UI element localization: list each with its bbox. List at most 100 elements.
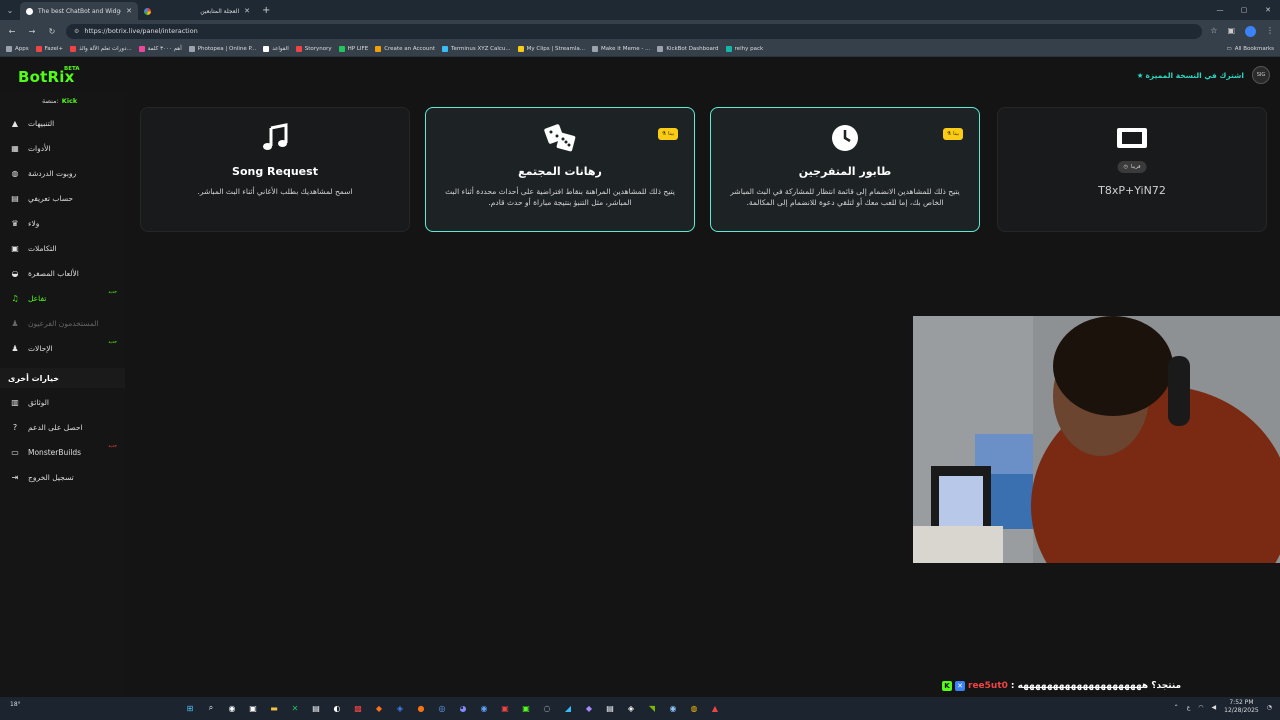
kick-app-icon[interactable]: ▣ [518, 700, 534, 716]
app-icon[interactable]: ◎ [434, 700, 450, 716]
gamepad-icon: ◒ [11, 268, 19, 278]
tab-search-icon[interactable]: ⌄ [0, 0, 20, 20]
forward-icon[interactable]: → [26, 27, 38, 36]
sidebar-item[interactable]: ▥ الوثائق [0, 392, 125, 412]
kick-badge-icon: K [942, 681, 952, 691]
app-icon[interactable]: ◉ [665, 700, 681, 716]
profile-icon[interactable] [1245, 25, 1256, 37]
sidebar-item[interactable]: ▣ التكاملات [0, 238, 125, 258]
tab-followers-wheel[interactable]: العجلة المتابعين ✕ [138, 2, 256, 20]
app-icon[interactable]: ◆ [581, 700, 597, 716]
terminal-icon[interactable]: ▤ [308, 700, 324, 716]
close-tab-icon[interactable]: ✕ [244, 7, 250, 15]
language-indicator[interactable]: ع [1187, 704, 1191, 711]
webcam-overlay [913, 316, 1280, 563]
app-icon[interactable]: ▩ [350, 700, 366, 716]
bookmark-star-icon[interactable]: ☆ [1210, 26, 1217, 37]
feature-card[interactable]: ⚗ بيتا طابور المتفرجين يتيح ذلك للمشاهدين ا… [710, 107, 980, 232]
reload-icon[interactable]: ↻ [46, 27, 58, 36]
sidebar-item[interactable]: ◍ روبوت الدردشة [0, 163, 125, 183]
app-icon[interactable]: ◈ [392, 700, 408, 716]
close-window-icon[interactable]: ✕ [1256, 0, 1280, 20]
sidebar-item[interactable]: ▭ MonsterBuilds جديد [0, 442, 125, 462]
bookmark-item[interactable]: KickBot Dashboard [657, 46, 719, 52]
premium-subscribe-link[interactable]: ★ اشترك في النسخة المميزة [1137, 71, 1244, 80]
notifications-icon[interactable]: ◔ [1267, 704, 1272, 711]
sidebar-item[interactable]: ▤ حساب تعريفي [0, 188, 125, 208]
sidebar-item[interactable]: ♫ تفاعل جديد [0, 288, 125, 308]
maximize-icon[interactable]: ▢ [1232, 0, 1256, 20]
browser-navbar: ← → ↻ ⚙ https://botrix.live/panel/intera… [0, 20, 1280, 42]
doc-icon: ▥ [11, 397, 19, 407]
volume-icon[interactable]: ◀ [1212, 704, 1217, 711]
extensions-icon[interactable]: ▣ [1227, 26, 1235, 37]
nvidia-icon[interactable]: ◥ [644, 700, 660, 716]
sidebar-item[interactable]: ⇥ تسجيل الخروج [0, 467, 125, 487]
app-icon[interactable]: ◉ [476, 700, 492, 716]
telegram-icon[interactable]: ◢ [560, 700, 576, 716]
bookmark-item[interactable]: القواعد [263, 46, 289, 52]
sidebar-item[interactable]: ♟ المستخدمون الفرعيون [0, 313, 125, 333]
sidebar-item[interactable]: ♟ الإحالات جديد [0, 338, 125, 358]
copilot-icon[interactable]: ◉ [224, 700, 240, 716]
tab-botrix[interactable]: The best ChatBot and Widgets ✕ [20, 2, 138, 20]
weather-widget[interactable]: 18° [10, 701, 21, 708]
discord-icon[interactable]: ◕ [455, 700, 471, 716]
bookmark-favicon-icon [6, 46, 12, 52]
bookmark-item[interactable]: Terminus XYZ Calcu... [442, 46, 511, 52]
task-view-icon[interactable]: ▣ [245, 700, 261, 716]
bookmark-favicon-icon [263, 46, 270, 52]
file-explorer-icon[interactable]: ▬ [266, 700, 282, 716]
app-icon[interactable]: ◆ [371, 700, 387, 716]
app-icon[interactable]: ● [413, 700, 429, 716]
sidebar-item[interactable]: ? احصل على الدعم [0, 417, 125, 437]
bookmark-item[interactable]: My Clips | Streamla... [517, 46, 585, 52]
taskbar-clock[interactable]: 7:52 PM 12/28/2025 [1224, 699, 1259, 715]
grid-icon: ▦ [11, 143, 19, 153]
new-tab-icon[interactable]: + [256, 5, 276, 16]
steam-icon[interactable]: ◐ [329, 700, 345, 716]
chrome-icon[interactable]: ◍ [686, 700, 702, 716]
site-info-icon[interactable]: ⚙ [74, 28, 79, 35]
system-tray: ⌃ ع ◠ ◀ 7:52 PM 12/28/2025 ◔ [1174, 699, 1272, 715]
app-icon[interactable]: ▲ [707, 700, 723, 716]
sidebar-item[interactable]: ▲ التنبيهات [0, 113, 125, 133]
back-icon[interactable]: ← [6, 27, 18, 36]
feature-card[interactable]: ⚗ بيتا رهانات المجتمع يتيح ذلك للمشاهدين ال… [425, 107, 695, 232]
app-icon[interactable]: ▣ [497, 700, 513, 716]
bookmark-item[interactable]: Apps [6, 46, 29, 52]
bookmark-item[interactable]: relhy pack [725, 46, 763, 52]
menu-icon[interactable]: ⋮ [1266, 26, 1274, 37]
bookmark-item[interactable]: أهم ٣٠٠٠ كلمة [138, 46, 182, 52]
user-avatar[interactable]: SIG [1252, 66, 1270, 84]
chat-username: ree5ut0 [968, 681, 1008, 691]
trophy-icon: ♛ [11, 218, 19, 228]
tray-expand-icon[interactable]: ⌃ [1174, 704, 1179, 711]
botrix-favicon-icon [26, 7, 33, 15]
all-bookmarks-button[interactable]: ▭ All Bookmarks [1227, 46, 1275, 52]
bookmark-item[interactable]: Fazel+ [35, 46, 63, 52]
bookmark-item[interactable]: دورات تعلم الآلة والذ... [70, 46, 132, 52]
sidebar-item[interactable]: ♛ ولاء [0, 213, 125, 233]
sidebar-item[interactable]: ▦ الأدوات [0, 138, 125, 158]
taskbar-search-icon[interactable]: ⌕ [203, 700, 219, 716]
windows-start-icon[interactable]: ⊞ [182, 700, 198, 716]
minimize-icon[interactable]: — [1208, 0, 1232, 20]
close-tab-icon[interactable]: ✕ [126, 7, 132, 15]
excel-icon[interactable]: ✕ [287, 700, 303, 716]
bookmark-item[interactable]: Create an Account [375, 46, 435, 52]
app-icon[interactable]: ▤ [602, 700, 618, 716]
wifi-icon[interactable]: ◠ [1198, 704, 1203, 711]
sidebar-item[interactable]: ◒ الألعاب المصغرة [0, 263, 125, 283]
dice-icon [426, 123, 694, 153]
bookmark-item[interactable]: Storynory [295, 46, 332, 52]
app-icon[interactable]: ◈ [623, 700, 639, 716]
address-bar[interactable]: ⚙ https://botrix.live/panel/interaction [66, 23, 1203, 39]
app-icon[interactable]: ◌ [539, 700, 555, 716]
feature-card[interactable]: Song Request اسمح لمشاهديك بطلب الأغاني أ… [140, 107, 410, 232]
bookmark-item[interactable]: Make it Meme - ... [592, 46, 650, 52]
bookmark-item[interactable]: HP LIFE [338, 46, 368, 52]
feature-card[interactable]: ◷ قريبا T8xP+YiN72 [997, 107, 1267, 232]
bookmark-item[interactable]: Photopea | Online P... [188, 46, 256, 52]
app-header: BotRix BETA ★ اشترك في النسخة المميزة SI… [0, 57, 1280, 93]
